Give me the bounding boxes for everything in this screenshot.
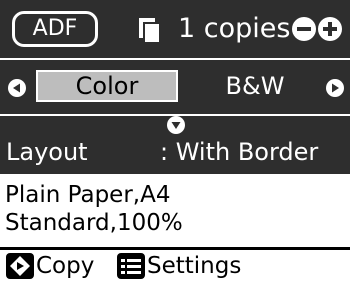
copy-label: Copy [36, 253, 95, 279]
bottom-bar: Copy Settings [0, 250, 350, 282]
menu-icon[interactable] [117, 253, 145, 279]
copy-screen: ADF 1 copies Color B&W Layout: With Bor… [0, 0, 350, 282]
paper-info: Plain Paper,A4 [5, 182, 171, 208]
mode-option-color[interactable]: Color [36, 70, 178, 102]
left-arrow-icon [8, 79, 26, 97]
settings-label: Settings [147, 253, 242, 279]
layout-label: Layout [6, 138, 88, 166]
minus-icon [297, 27, 311, 31]
quality-info: Standard,100% [5, 210, 183, 236]
plus-button[interactable] [318, 17, 342, 41]
adf-badge: ADF [12, 11, 98, 47]
layout-setting-row[interactable]: Layout : With Border [0, 116, 350, 174]
down-arrow-icon [167, 116, 185, 134]
start-icon[interactable] [6, 253, 34, 279]
copies-icon [135, 15, 165, 45]
right-arrow-icon [326, 79, 344, 97]
copies-count: 1 copies [178, 13, 291, 44]
right-arrow-button[interactable] [326, 79, 344, 97]
left-arrow-button[interactable] [8, 79, 26, 97]
minus-button[interactable] [292, 17, 316, 41]
color-mode-selector: Color B&W [0, 60, 350, 114]
mode-option-bw[interactable]: B&W [200, 70, 310, 102]
layout-value: : With Border [160, 138, 319, 166]
top-bar: ADF 1 copies [0, 0, 350, 58]
plus-icon [323, 22, 337, 36]
